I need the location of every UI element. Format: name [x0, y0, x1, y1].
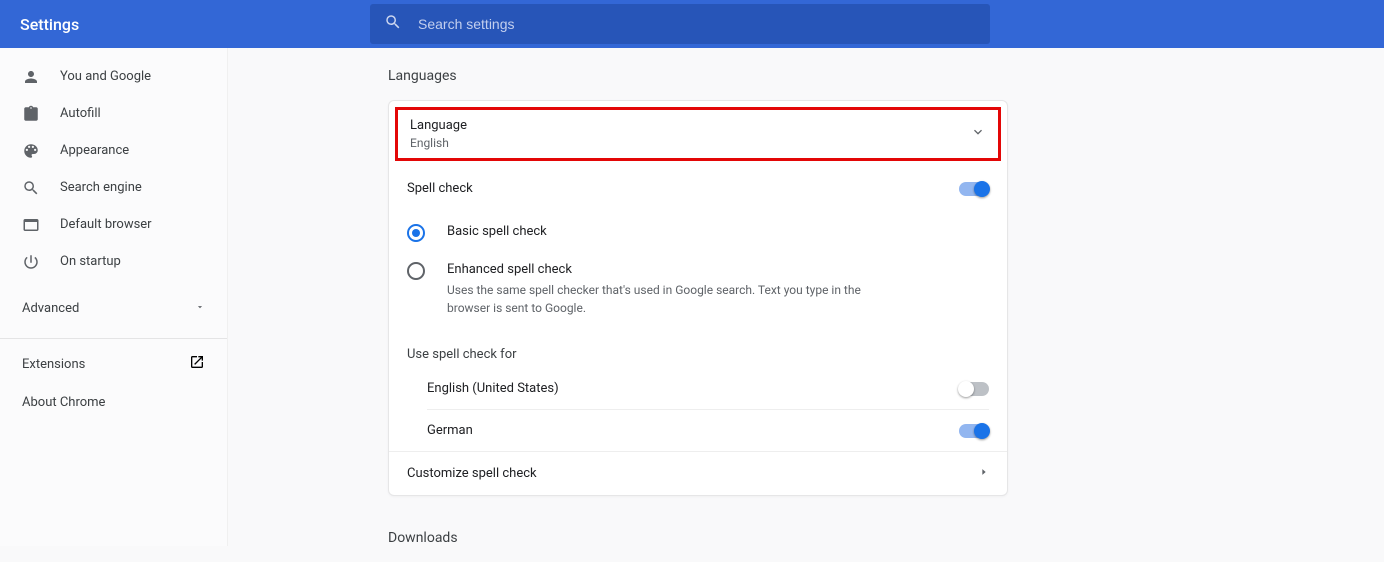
spell-check-options: Basic spell check Enhanced spell check U… [389, 210, 1007, 335]
use-spell-check-for-label: Use spell check for [389, 335, 1007, 368]
radio-description: Uses the same spell checker that's used … [447, 281, 867, 317]
search-input[interactable] [418, 16, 976, 32]
search-icon [384, 13, 402, 35]
sidebar-item-you-and-google[interactable]: You and Google [0, 58, 227, 95]
radio-label: Basic spell check [447, 224, 547, 239]
lang-name: English (United States) [427, 381, 559, 396]
sidebar-item-label: You and Google [60, 69, 151, 84]
extensions-label: Extensions [22, 357, 85, 372]
main-content: Languages Language English Spell check [228, 48, 1384, 562]
open-in-new-icon [189, 354, 205, 374]
search-icon [22, 179, 60, 197]
spell-check-lang-row: German [427, 410, 989, 451]
sidebar-item-autofill[interactable]: Autofill [0, 95, 227, 132]
page-title: Settings [20, 15, 370, 34]
radio-icon [407, 262, 425, 280]
sidebar-item-on-startup[interactable]: On startup [0, 243, 227, 280]
radio-enhanced-spell-check[interactable]: Enhanced spell check Uses the same spell… [407, 252, 989, 327]
sidebar-item-label: Search engine [60, 180, 142, 195]
radio-label: Enhanced spell check [447, 262, 867, 277]
language-value: English [410, 136, 467, 150]
lang-toggle-german[interactable] [959, 424, 989, 438]
chevron-right-icon [979, 466, 989, 481]
palette-icon [22, 142, 60, 160]
browser-icon [22, 216, 60, 234]
sidebar-item-appearance[interactable]: Appearance [0, 132, 227, 169]
spell-check-row: Spell check [389, 167, 1007, 210]
language-selector-row[interactable]: Language English [395, 107, 1001, 161]
sidebar-extensions[interactable]: Extensions [0, 345, 227, 383]
app-header: Settings [0, 0, 1384, 48]
power-icon [22, 253, 60, 271]
sidebar-item-label: Default browser [60, 217, 152, 232]
advanced-label: Advanced [22, 301, 79, 316]
language-label: Language [410, 118, 467, 133]
sidebar-about[interactable]: About Chrome [0, 383, 227, 421]
spell-check-languages: English (United States) German [427, 368, 989, 451]
sidebar-advanced[interactable]: Advanced [0, 288, 227, 328]
sidebar: You and Google Autofill Appearance Searc… [0, 48, 228, 546]
clipboard-icon [22, 105, 60, 123]
sidebar-item-search-engine[interactable]: Search engine [0, 169, 227, 206]
spell-check-lang-row: English (United States) [427, 368, 989, 410]
lang-name: German [427, 423, 473, 438]
chevron-down-icon [970, 124, 986, 144]
customize-label: Customize spell check [407, 466, 537, 481]
search-field[interactable] [370, 4, 990, 44]
radio-icon [407, 224, 425, 242]
sidebar-item-label: On startup [60, 254, 121, 269]
divider [0, 338, 227, 339]
sidebar-item-label: Autofill [60, 106, 101, 121]
person-icon [22, 68, 60, 86]
section-title-languages: Languages [388, 68, 1384, 84]
sidebar-item-label: Appearance [60, 143, 129, 158]
sidebar-item-default-browser[interactable]: Default browser [0, 206, 227, 243]
section-title-downloads: Downloads [388, 530, 1384, 546]
radio-basic-spell-check[interactable]: Basic spell check [407, 214, 989, 252]
caret-down-icon [195, 301, 205, 316]
languages-card: Language English Spell check Basic spell… [388, 100, 1008, 496]
spell-check-toggle[interactable] [959, 182, 989, 196]
lang-toggle-english-us[interactable] [959, 382, 989, 396]
customize-spell-check-row[interactable]: Customize spell check [389, 451, 1007, 495]
spell-check-label: Spell check [407, 181, 473, 196]
about-label: About Chrome [22, 395, 105, 410]
